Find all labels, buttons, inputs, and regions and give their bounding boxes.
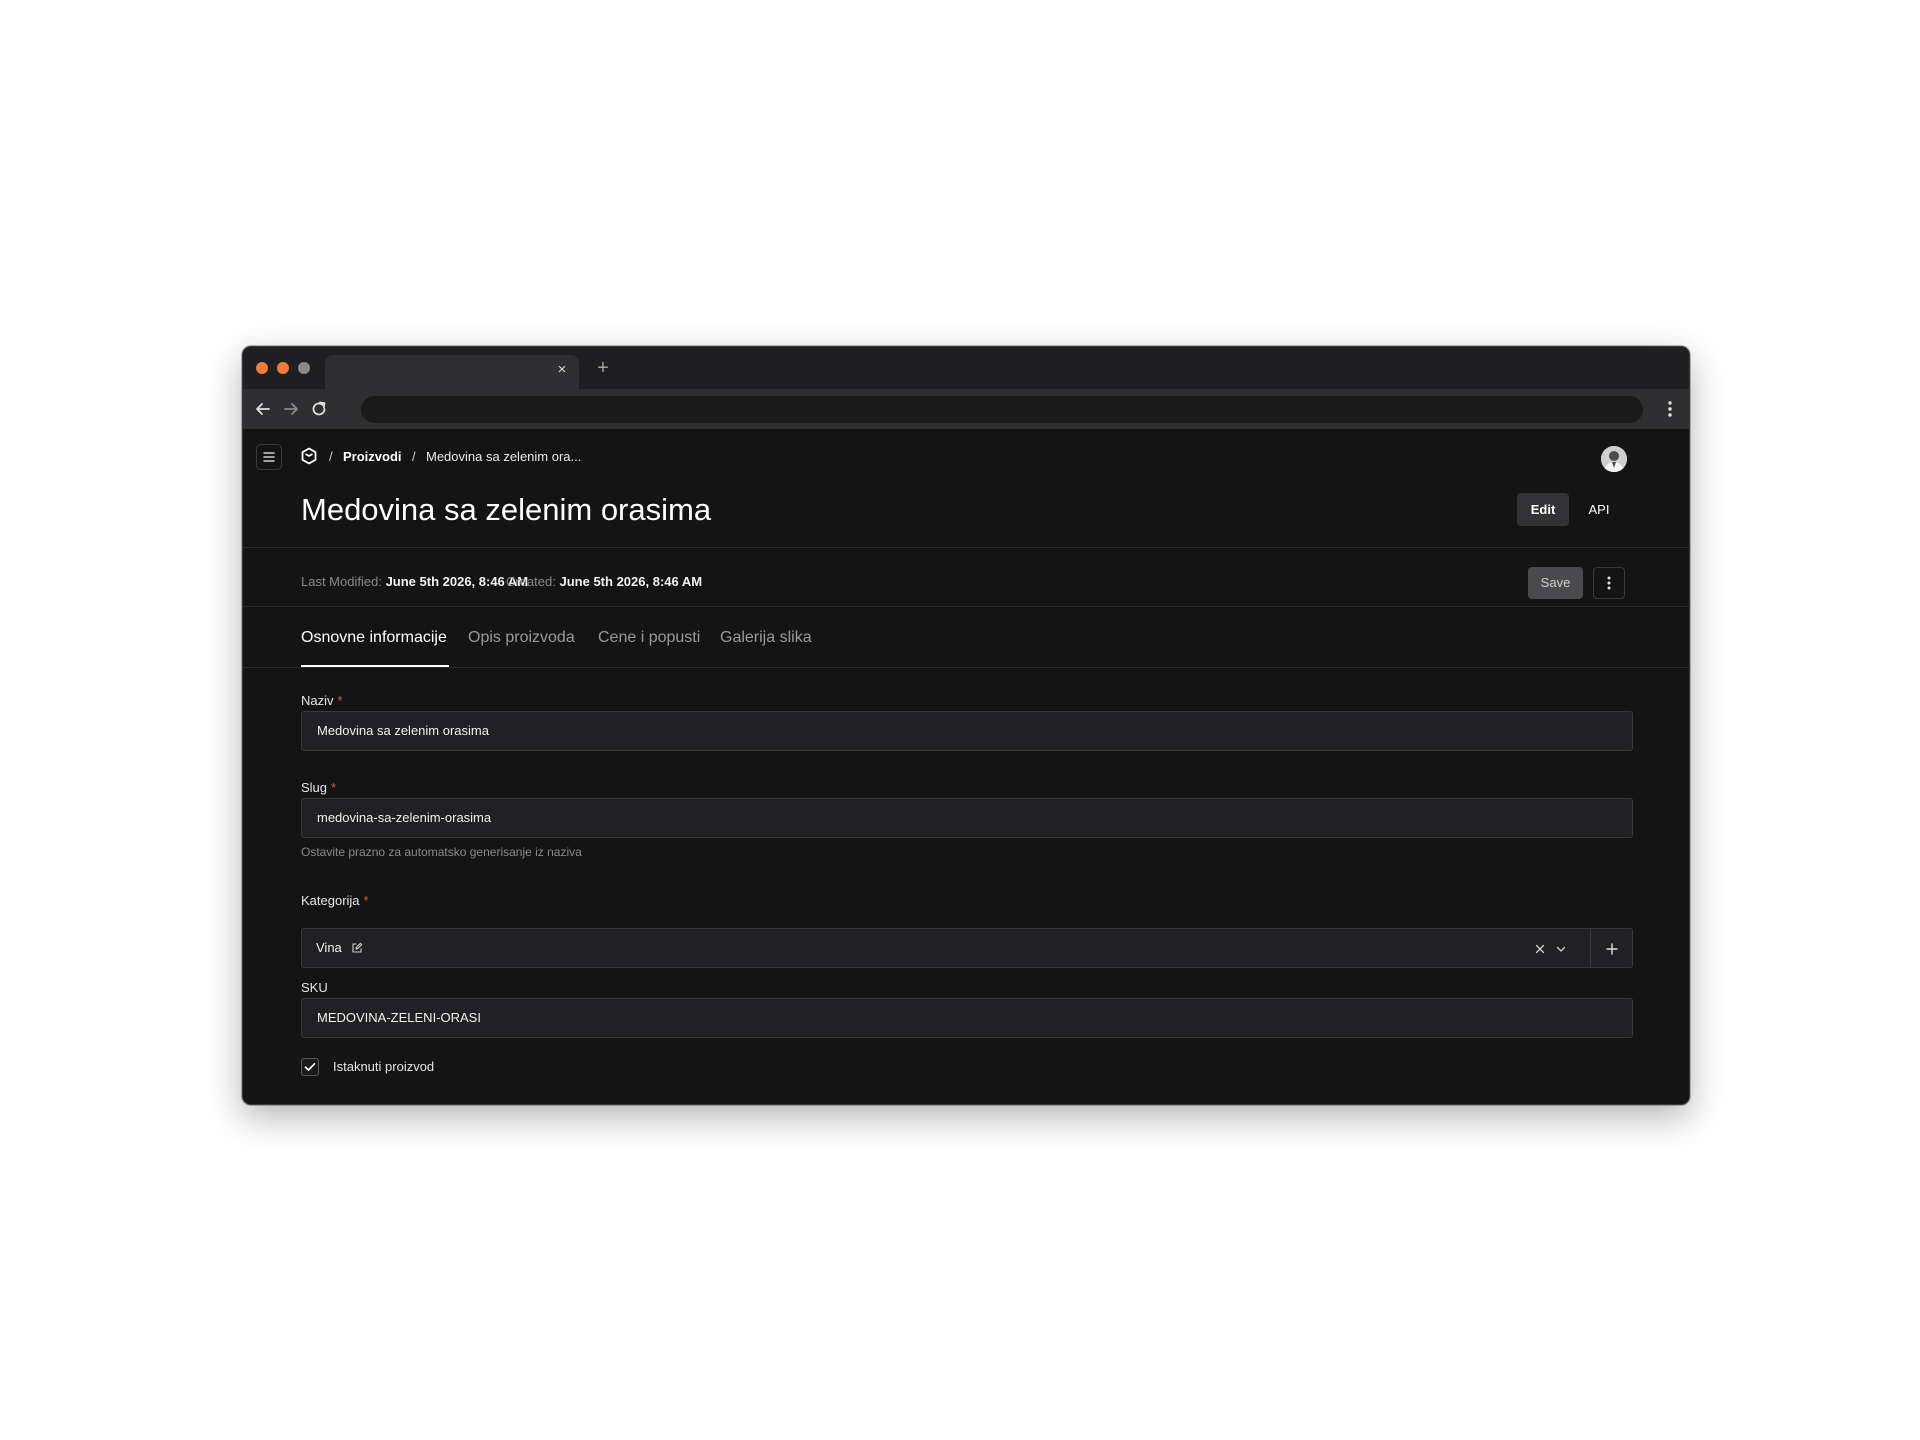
page-title: Medovina sa zelenim orasima: [301, 492, 712, 527]
tab-galerija-slika[interactable]: Galerija slika: [720, 629, 812, 647]
address-bar[interactable]: [361, 396, 1643, 423]
tabs-divider: [243, 667, 1689, 668]
kategorija-label-text: Kategorija: [301, 893, 360, 908]
slug-label-text: Slug: [301, 780, 328, 795]
breadcrumb-separator: /: [329, 449, 333, 464]
meta-divider: [243, 606, 1689, 607]
clear-icon[interactable]: [1534, 943, 1546, 955]
created-label: Created:: [506, 574, 556, 589]
back-arrow-icon[interactable]: [253, 399, 273, 419]
breadcrumb-item-proizvodi[interactable]: Proizvodi: [343, 449, 402, 464]
edit-icon[interactable]: [351, 942, 363, 954]
hamburger-icon: [263, 452, 275, 462]
user-avatar-image: [1601, 446, 1627, 472]
sku-input[interactable]: MEDOVINA-ZELENI-ORASI: [301, 998, 1633, 1038]
tab-close-icon[interactable]: ×: [555, 362, 569, 377]
close-window-button[interactable]: [256, 362, 268, 374]
browser-titlebar: × +: [243, 347, 1689, 389]
sku-label-text: SKU: [301, 980, 328, 995]
slug-label: Slug *: [301, 780, 336, 795]
kategorija-selected-value: Vina: [316, 940, 342, 955]
user-avatar[interactable]: [1601, 446, 1627, 472]
naziv-input[interactable]: Medovina sa zelenim orasima: [301, 711, 1633, 751]
sidebar-toggle-button[interactable]: [256, 444, 282, 470]
istaknuti-checkbox[interactable]: [301, 1058, 319, 1076]
browser-tab[interactable]: ×: [325, 355, 579, 389]
forward-arrow-icon[interactable]: [281, 399, 301, 419]
new-tab-icon[interactable]: +: [594, 358, 612, 378]
created-value: June 5th 2026, 8:46 AM: [559, 574, 703, 589]
browser-toolbar: [243, 389, 1689, 429]
app-content: / Proizvodi / Medovina sa zelenim ora...…: [243, 429, 1689, 1104]
api-button[interactable]: API: [1579, 493, 1619, 526]
required-marker: *: [337, 693, 343, 708]
breadcrumb-item-current: Medovina sa zelenim ora...: [426, 449, 582, 464]
breadcrumb-separator: /: [412, 449, 416, 464]
tab-opis-proizvoda[interactable]: Opis proizvoda: [468, 629, 575, 647]
kategorija-select[interactable]: Vina: [301, 928, 1591, 968]
naziv-label: Naziv *: [301, 693, 343, 708]
tab-cene-i-popusti[interactable]: Cene i popusti: [598, 629, 700, 647]
checkmark-icon: [304, 1062, 316, 1071]
slug-input[interactable]: medovina-sa-zelenim-orasima: [301, 798, 1633, 838]
slug-hint: Ostavite prazno za automatsko generisanj…: [301, 845, 582, 859]
created-info: Created: June 5th 2026, 8:46 AM: [506, 574, 702, 589]
plus-icon: [1606, 943, 1618, 955]
required-marker: *: [331, 780, 337, 795]
browser-window: × + / Proizvodi / Medovina sa zelenim or…: [242, 346, 1690, 1105]
istaknuti-label[interactable]: Istaknuti proizvod: [333, 1059, 434, 1074]
last-modified-info: Last Modified: June 5th 2026, 8:46 AM: [301, 574, 528, 589]
naziv-label-text: Naziv: [301, 693, 334, 708]
sku-label: SKU: [301, 980, 328, 995]
save-button[interactable]: Save: [1528, 567, 1583, 599]
last-modified-label: Last Modified:: [301, 574, 382, 589]
maximize-window-button[interactable]: [298, 362, 310, 374]
edit-button[interactable]: Edit: [1517, 493, 1569, 526]
browser-menu-icon[interactable]: [1663, 398, 1677, 420]
more-options-button[interactable]: [1593, 567, 1625, 599]
minimize-window-button[interactable]: [277, 362, 289, 374]
kategorija-label: Kategorija *: [301, 893, 369, 908]
logo-icon[interactable]: [300, 447, 318, 465]
chevron-down-icon[interactable]: [1555, 943, 1567, 955]
add-kategorija-button[interactable]: [1590, 928, 1633, 968]
required-marker: *: [363, 893, 369, 908]
reload-icon[interactable]: [309, 399, 329, 419]
more-vertical-icon: [1607, 576, 1611, 590]
tab-osnovne-informacije[interactable]: Osnovne informacije: [301, 629, 447, 647]
header-divider: [243, 547, 1689, 548]
